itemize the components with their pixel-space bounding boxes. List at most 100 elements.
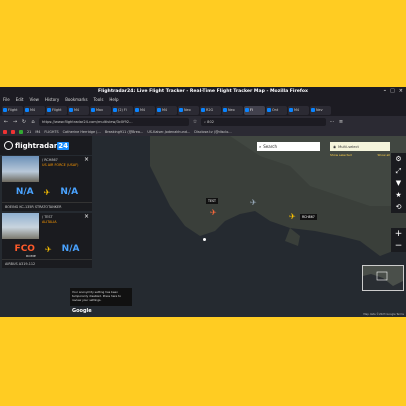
tab-label: M4 <box>74 108 80 112</box>
tab-label: Neo <box>184 108 191 112</box>
google-logo: Google <box>72 308 92 314</box>
airplane-icon[interactable]: ✈ <box>289 212 296 221</box>
expand-icon[interactable]: ⤢ <box>396 167 402 175</box>
bookmark-disclose[interactable]: Disclose.tv (@disclo… <box>194 130 231 134</box>
location-dot <box>203 238 206 241</box>
tab-8[interactable]: Neo <box>178 105 199 115</box>
filter-icon[interactable]: ▼ <box>396 179 401 187</box>
origin-code: FCO <box>14 244 35 254</box>
side-toolbar: ⚙ ⤢ ▼ ★ ⟲ <box>391 153 406 213</box>
tab-10[interactable]: Neo <box>222 105 243 115</box>
menu-edit[interactable]: Edit <box>16 96 24 104</box>
menu-view[interactable]: View <box>29 96 39 104</box>
bookmark-icon[interactable] <box>11 129 15 134</box>
flight-card-rch867[interactable]: / RCH867 US AIR FORCE (USAF) × N/A ✈ N/A… <box>2 156 92 211</box>
aircraft-photo <box>2 156 39 182</box>
airplane-icon: ✈ <box>44 244 52 254</box>
tab-label: Ont <box>272 108 279 112</box>
tab-favicon-icon <box>223 108 227 112</box>
fr24-logo[interactable]: flightradar24 <box>0 136 92 155</box>
bookmark-breaking911[interactable]: Breaking911 (@Brea… <box>105 130 143 134</box>
tab-9[interactable]: R2G <box>200 105 221 115</box>
minimap[interactable] <box>362 265 404 291</box>
tab-label: M4 <box>294 108 300 112</box>
tab-13[interactable]: M4 <box>288 105 309 115</box>
tab-label: Max <box>96 108 104 112</box>
tab-2[interactable]: Flight <box>46 105 67 115</box>
bookmark-m4[interactable]: M4 <box>35 130 40 134</box>
show-selected-button[interactable]: Show selected <box>330 153 352 157</box>
origin-code: N/A <box>15 187 34 197</box>
menu-history[interactable]: History <box>45 96 59 104</box>
tab-label: Neo <box>228 108 235 112</box>
menu-help[interactable]: Help <box>109 96 118 104</box>
zoom-in-button[interactable]: + <box>395 228 403 240</box>
menu-file[interactable]: File <box>3 96 10 104</box>
tab-6[interactable]: M4 <box>134 105 155 115</box>
playback-icon[interactable]: ⟲ <box>396 203 402 211</box>
extensions-icon[interactable]: ⋯ <box>329 119 335 125</box>
bookmark-21[interactable]: 21 <box>27 130 31 134</box>
menu-tools[interactable]: Tools <box>94 96 104 104</box>
anonymity-notice[interactable]: Your anonymity setting has been temporar… <box>70 288 132 306</box>
airplane-icon[interactable]: ✈ <box>250 198 257 207</box>
tab-14[interactable]: Nev <box>310 105 331 115</box>
bookmark-catherine[interactable]: Catherine Herridge (… <box>63 130 101 134</box>
destination-code: N/A <box>61 244 80 254</box>
tab-5[interactable]: (2) Fl <box>112 105 133 115</box>
flight-route: N/A ✈ N/A <box>2 182 92 203</box>
tab-favicon-icon <box>47 108 51 112</box>
bookmark-flights[interactable]: FLIGHTS <box>44 130 58 134</box>
minimize-button[interactable]: – <box>384 87 387 96</box>
menu-icon[interactable]: ≡ <box>338 119 344 125</box>
search-bar[interactable]: ⌕ 802 <box>201 117 326 126</box>
tab-label: Flight <box>52 108 62 112</box>
menu-bookmarks[interactable]: Bookmarks <box>65 96 87 104</box>
multi-select-tools: Show selected Show all <box>330 153 390 157</box>
tab-12[interactable]: Ont <box>266 105 287 115</box>
close-button[interactable]: × <box>399 87 403 96</box>
bookmark-us[interactable]: US-Kaiser-Jodenakhund… <box>147 130 190 134</box>
flight-card-test[interactable]: / TEST ALITALIA × FCO ✈ N/A ROME AIRBUS … <box>2 213 92 268</box>
bookmark-icon[interactable] <box>19 129 23 134</box>
tab-favicon-icon <box>245 108 249 112</box>
close-icon[interactable]: × <box>84 213 89 220</box>
tab-4[interactable]: Max <box>90 105 111 115</box>
tab-11[interactable]: Fl <box>244 105 265 115</box>
zoom-controls: + − <box>391 228 406 252</box>
back-icon[interactable]: ← <box>3 119 9 125</box>
tab-label: M4 <box>140 108 146 112</box>
tab-7[interactable]: M4 <box>156 105 177 115</box>
maximize-button[interactable]: □ <box>390 87 395 96</box>
tab-bar: Flight M4 Flight M4 Max (2) Fl M4 M4 Neo R2G Neo Fl… <box>0 104 406 116</box>
tab-0[interactable]: Flight <box>2 105 23 115</box>
show-all-button[interactable]: Show all <box>377 153 390 157</box>
zoom-out-button[interactable]: − <box>395 240 403 252</box>
forward-icon[interactable]: → <box>12 119 18 125</box>
flight-label-rch867[interactable]: RCH867 <box>300 214 317 220</box>
map-search-input[interactable]: ⌕ Search <box>257 142 320 151</box>
settings-icon[interactable]: ⚙ <box>395 155 401 163</box>
reload-icon[interactable]: ↻ <box>21 119 27 125</box>
tab-1[interactable]: M4 <box>24 105 45 115</box>
destination-code: N/A <box>60 187 79 197</box>
aircraft-type: BOEING KC-135R STRATOTANKER <box>5 205 62 209</box>
tab-label: (2) Fl <box>118 108 127 112</box>
tab-label: R2G <box>206 108 214 112</box>
map-area[interactable]: flightradar24 / RCH867 US AIR FORCE (USA… <box>0 136 406 317</box>
url-bar[interactable]: https://www.flightradar24.com/multiview/… <box>39 117 189 126</box>
close-icon[interactable]: × <box>84 156 89 163</box>
bookmark-star-icon[interactable]: ☆ <box>192 119 198 125</box>
flight-label-test[interactable]: TEST <box>206 198 218 204</box>
home-icon[interactable]: ⌂ <box>30 119 36 125</box>
firefox-window: Flightradar24: Live Flight Tracker - Rea… <box>0 87 406 317</box>
nav-bar: ← → ↻ ⌂ https://www.flightradar24.com/mu… <box>0 116 406 127</box>
bookmark-icon[interactable] <box>3 129 7 134</box>
tab-favicon-icon <box>179 108 183 112</box>
tab-favicon-icon <box>25 108 29 112</box>
airplane-icon[interactable]: ✈ <box>210 208 217 217</box>
favorites-star-icon[interactable]: ★ <box>395 191 401 199</box>
tab-3[interactable]: M4 <box>68 105 89 115</box>
tab-favicon-icon <box>289 108 293 112</box>
multi-select-box[interactable]: ◉ Multi-select <box>330 142 390 151</box>
